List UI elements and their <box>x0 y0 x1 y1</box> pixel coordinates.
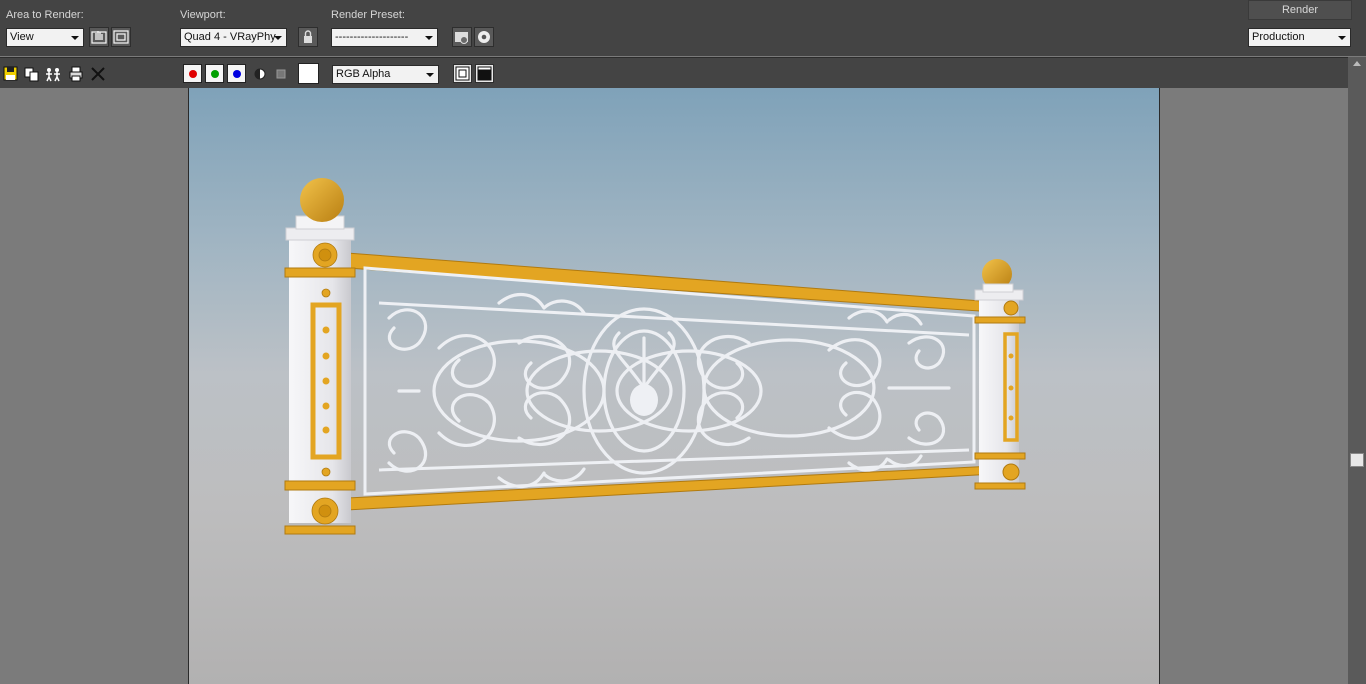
render-button[interactable]: Render <box>1248 0 1352 20</box>
render-mode-dropdown[interactable]: Production <box>1248 28 1351 47</box>
save-icon[interactable] <box>3 66 19 82</box>
render-preset-dropdown[interactable]: -------------------- <box>331 28 438 47</box>
auto-region-button[interactable] <box>111 27 131 47</box>
viewport-value: Quad 4 - VRayPhy <box>184 31 276 43</box>
red-channel-dot <box>189 70 197 78</box>
display-channel-dropdown[interactable]: RGB Alpha <box>332 65 439 84</box>
display-channel-value: RGB Alpha <box>336 68 391 80</box>
lock-viewport-button[interactable] <box>298 27 318 47</box>
render-frame-toolbar: Area to Render: View Viewport: Quad 4 - … <box>0 0 1366 56</box>
display-alpha-button[interactable] <box>453 64 472 83</box>
display-rgb-button[interactable] <box>475 64 494 83</box>
edit-region-icon <box>91 31 107 44</box>
print-icon[interactable] <box>68 66 84 82</box>
area-to-render-label: Area to Render: <box>6 9 84 21</box>
blue-channel-dot <box>233 70 241 78</box>
area-to-render-dropdown[interactable]: View <box>6 28 84 47</box>
chevron-down-icon <box>426 73 434 77</box>
render-mode-value: Production <box>1252 31 1305 43</box>
area-to-render-value: View <box>10 31 34 43</box>
red-channel-toggle[interactable] <box>183 64 202 83</box>
clear-swatch-icon[interactable] <box>273 66 289 82</box>
clear-icon[interactable] <box>90 66 106 82</box>
edit-region-button[interactable] <box>89 27 109 47</box>
green-channel-dot <box>211 70 219 78</box>
rendered-railing-image <box>284 178 1026 535</box>
display-rgb-icon <box>477 66 492 81</box>
viewport-dropdown[interactable]: Quad 4 - VRayPhy <box>180 28 287 47</box>
rendered-image-viewport[interactable] <box>188 88 1160 684</box>
scrollbar-thumb[interactable] <box>1350 453 1364 467</box>
frame-buffer-toolbar: RGB Alpha <box>0 57 1366 88</box>
display-alpha-icon <box>455 66 470 81</box>
chevron-down-icon <box>274 36 282 40</box>
lock-icon <box>304 30 312 43</box>
green-channel-toggle[interactable] <box>205 64 224 83</box>
vertical-scrollbar[interactable] <box>1348 57 1366 684</box>
environment-effects-button[interactable] <box>452 27 472 47</box>
render-preset-label: Render Preset: <box>331 9 405 21</box>
chevron-down-icon <box>71 36 79 40</box>
render-settings-icon <box>478 31 490 43</box>
color-swatch[interactable] <box>298 63 319 84</box>
environment-effects-icon <box>455 32 468 44</box>
chevron-down-icon <box>1338 36 1346 40</box>
blue-channel-toggle[interactable] <box>227 64 246 83</box>
auto-region-icon <box>113 30 129 44</box>
viewport-label: Viewport: <box>180 9 226 21</box>
render-preset-value: -------------------- <box>335 31 409 43</box>
scroll-up-icon[interactable] <box>1353 61 1361 66</box>
monochrome-icon[interactable] <box>252 66 268 82</box>
render-settings-button[interactable] <box>474 27 494 47</box>
chevron-down-icon <box>425 36 433 40</box>
copy-icon[interactable] <box>24 66 40 82</box>
clone-frame-icon[interactable] <box>45 66 61 82</box>
